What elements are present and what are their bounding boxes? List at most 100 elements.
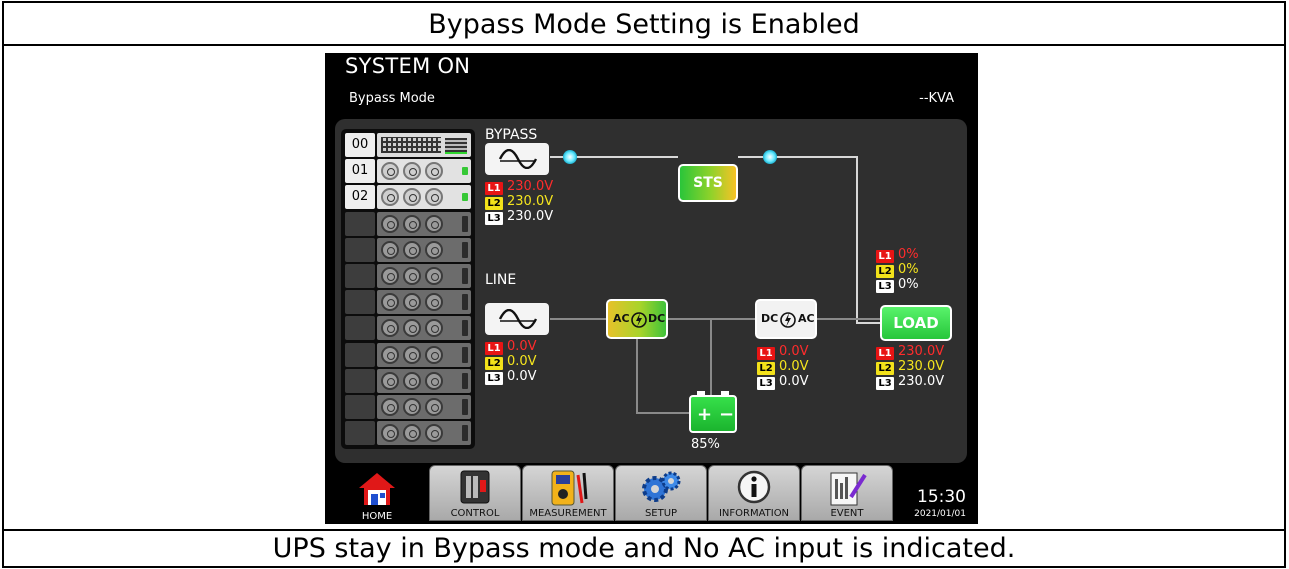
fan-icon [425, 345, 443, 364]
bypass-wire-down [856, 156, 858, 324]
battery-block[interactable]: + − [689, 391, 737, 433]
ups-screen: SYSTEM ON Bypass Mode --KVA 00 01 02 BYPAS… [325, 53, 978, 524]
inverter-dcac[interactable]: DC AC [755, 299, 817, 339]
fan-icon [381, 214, 399, 233]
rack-module-number [345, 316, 375, 341]
nav-information-button[interactable]: INFORMATION [708, 465, 800, 521]
bypass-wire-2 [738, 156, 858, 158]
nav-home-button[interactable]: HOME [343, 465, 411, 523]
system-status-title: SYSTEM ON [345, 54, 471, 78]
rack-module-row[interactable] [345, 342, 471, 367]
bottom-nav: HOME CONTROL MEASUREMENT SETUP INFORMATI… [325, 465, 978, 524]
fan-icon [403, 267, 421, 285]
status-led-icon [462, 167, 468, 176]
control-panel-icon [460, 470, 490, 504]
status-led-icon [462, 294, 468, 311]
fan-icon [403, 345, 421, 364]
battery-percent: 85% [691, 437, 720, 452]
mode-label: Bypass Mode [349, 91, 435, 106]
static-switch-module [377, 133, 471, 157]
power-module [377, 185, 471, 210]
status-led-icon [462, 241, 468, 258]
load-l2: L2 230.0V [876, 359, 944, 375]
fan-icon [381, 162, 399, 181]
fan-icon [381, 319, 399, 338]
fan-icon [403, 319, 421, 338]
rack-module-row[interactable] [345, 290, 471, 315]
load-pct-l2: L2 0% [876, 262, 919, 278]
rack-module-row[interactable]: 00 [345, 133, 471, 157]
battery-wire-bottom [636, 412, 689, 414]
nav-setup-button[interactable]: SETUP [615, 465, 707, 521]
bypass-node-right [763, 150, 777, 164]
rack-module-row[interactable] [345, 264, 471, 288]
rack-module-number [345, 368, 375, 393]
rack-module-number [345, 395, 375, 419]
dcac-ac-text: AC [798, 312, 815, 325]
nav-control-label: CONTROL [450, 508, 500, 519]
power-module [377, 421, 471, 446]
status-led-icon [462, 193, 468, 202]
status-led-icon [462, 215, 468, 232]
rack-module-number [345, 421, 375, 446]
rack-module-row[interactable]: 01 [345, 159, 471, 184]
caption-top: Bypass Mode Setting is Enabled [4, 3, 1284, 46]
gear-icon [642, 471, 681, 502]
nav-event-button[interactable]: EVENT [801, 465, 893, 521]
nav-setup-label: SETUP [644, 508, 678, 519]
load-block[interactable]: LOAD [880, 305, 952, 341]
acdc-ac-text: AC [613, 312, 630, 325]
nav-control-button[interactable]: CONTROL [429, 465, 521, 521]
rack-module-row[interactable] [345, 316, 471, 341]
caption-bottom: UPS stay in Bypass mode and No AC input … [4, 529, 1284, 566]
inverter-l2: L2 0.0V [757, 359, 809, 375]
fan-icon [425, 293, 443, 312]
module-rack: 00 01 02 [341, 129, 475, 449]
nav-information-label: INFORMATION [718, 508, 790, 519]
power-module [377, 159, 471, 184]
info-icon [737, 470, 771, 504]
line-wire-3 [817, 318, 880, 320]
rack-module-row[interactable] [345, 395, 471, 419]
flow-panel: 00 01 02 BYPASS L1 230.0V L2 230.0V L3 2… [335, 119, 967, 463]
sts-switch[interactable]: STS [678, 164, 738, 202]
bypass-label: BYPASS [485, 127, 538, 143]
multimeter-icon [551, 470, 588, 506]
fan-icon [425, 398, 443, 416]
bypass-source-box [485, 143, 549, 175]
fan-icon [381, 240, 399, 259]
dcac-dc-text: DC [761, 312, 779, 325]
fan-icon [381, 293, 399, 312]
bypass-l1: L1 230.0V [485, 179, 553, 195]
rack-module-number: 00 [345, 133, 375, 157]
fan-icon [403, 188, 421, 207]
rack-module-row[interactable] [345, 368, 471, 393]
lightning-cycle-icon [780, 312, 796, 328]
vent-bars-icon [445, 138, 467, 152]
battery-wire-right [710, 318, 712, 395]
fan-icon [381, 371, 399, 390]
rack-module-row[interactable] [345, 237, 471, 262]
rack-module-row[interactable] [345, 421, 471, 446]
bypass-l3: L3 230.0V [485, 209, 553, 225]
fan-icon [403, 424, 421, 443]
rack-module-number [345, 342, 375, 367]
power-module [377, 211, 471, 236]
line-l1: L1 0.0V [485, 339, 537, 355]
rack-module-row[interactable]: 02 [345, 185, 471, 210]
inverter-l1: L1 0.0V [757, 344, 809, 360]
nav-measurement-button[interactable]: MEASUREMENT [522, 465, 614, 521]
clock-time: 15:30 [917, 487, 966, 507]
battery-plus-icon: + [697, 404, 713, 425]
load-pct-l3: L3 0% [876, 277, 919, 293]
bypass-wire-to-load [856, 322, 880, 324]
load-pct-l1: L1 0% [876, 247, 919, 263]
event-log-icon [830, 472, 867, 506]
rack-module-number [345, 264, 375, 288]
rack-module-number [345, 211, 375, 236]
fan-icon [403, 293, 421, 312]
rectifier-acdc[interactable]: AC DC [606, 299, 668, 339]
line-l3: L3 0.0V [485, 369, 537, 385]
rack-module-row[interactable] [345, 211, 471, 236]
load-l3: L3 230.0V [876, 374, 944, 390]
